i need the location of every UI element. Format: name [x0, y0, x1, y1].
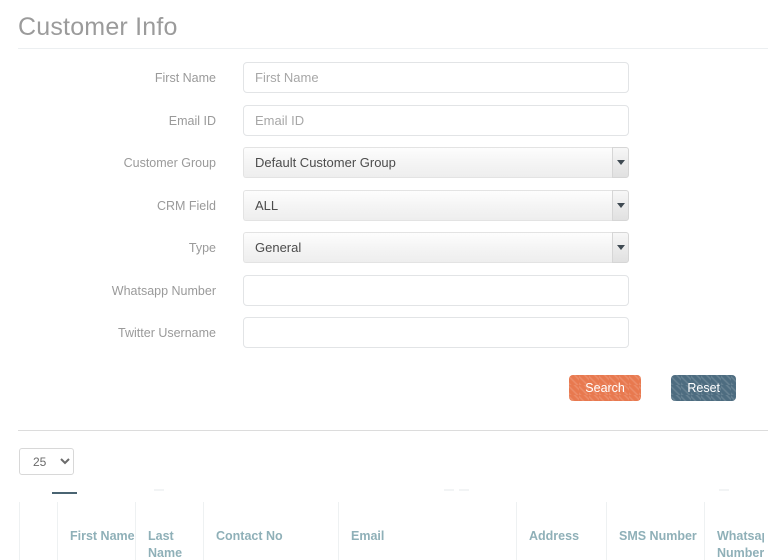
results-table: First Name Last Name Contact No Email Ad…: [19, 488, 768, 560]
type-select[interactable]: General: [243, 232, 629, 263]
first-name-input[interactable]: [243, 62, 629, 93]
column-header-first-name[interactable]: First Name: [57, 502, 135, 560]
column-header-sms-number[interactable]: SMS Number: [606, 502, 704, 560]
reset-button[interactable]: Reset: [671, 375, 736, 401]
chevron-down-icon: [616, 245, 625, 250]
field-whatsapp-number: [243, 274, 629, 306]
page-title: Customer Info: [18, 13, 178, 41]
title-divider: [18, 48, 768, 49]
clipped-text-fragment: [459, 489, 469, 491]
label-first-name: First Name: [154, 71, 216, 85]
column-header-select[interactable]: [19, 502, 57, 560]
column-header-last-name[interactable]: Last Name: [135, 502, 203, 560]
column-header-email[interactable]: Email: [338, 502, 516, 560]
form-row-email-id: Email ID: [0, 104, 768, 148]
crm-field-select[interactable]: ALL: [243, 189, 629, 221]
field-email-id: [243, 104, 629, 136]
customer-group-select[interactable]: Default Customer Group: [243, 147, 629, 178]
label-customer-group: Customer Group: [123, 156, 216, 170]
whatsapp-number-input[interactable]: [243, 274, 629, 306]
form-row-twitter-username: Twitter Username: [0, 317, 768, 360]
column-header-whatsapp-number[interactable]: Whatsapp Number: [704, 502, 764, 560]
field-customer-group: Default Customer Group: [243, 147, 629, 178]
page-size-control: 25: [19, 448, 74, 475]
customer-info-page: Customer Info First Name Email ID Custom…: [0, 0, 768, 560]
label-type: Type: [188, 241, 216, 255]
column-header-contact-no[interactable]: Contact No: [203, 502, 338, 560]
table-header-row: First Name Last Name Contact No Email Ad…: [19, 502, 768, 560]
label-whatsapp-number: Whatsapp Number: [111, 283, 216, 298]
field-first-name: [243, 62, 629, 93]
form-row-customer-group: Customer Group Default Customer Group: [0, 147, 768, 190]
type-dropdown-button[interactable]: [612, 232, 629, 263]
select-all-indicator[interactable]: [52, 492, 77, 494]
label-twitter-username: Twitter Username: [118, 326, 216, 340]
customer-search-form: First Name Email ID Customer Group Defau…: [0, 62, 768, 360]
page-size-select[interactable]: 25: [19, 448, 74, 475]
crm-field-value: ALL: [243, 189, 614, 221]
twitter-username-input[interactable]: [243, 317, 629, 348]
clipped-row-remnant: [19, 488, 768, 502]
form-row-crm-field: CRM Field ALL: [0, 189, 768, 233]
search-button[interactable]: Search: [569, 375, 641, 401]
crm-field-dropdown-button[interactable]: [612, 189, 629, 221]
customer-group-value: Default Customer Group: [243, 147, 614, 178]
field-type: General: [243, 232, 629, 263]
field-twitter-username: [243, 317, 629, 348]
label-email-id: Email ID: [168, 113, 216, 128]
clipped-text-fragment: [154, 489, 164, 491]
clipped-text-fragment: [719, 489, 729, 491]
form-row-whatsapp-number: Whatsapp Number: [0, 274, 768, 318]
results-divider: [18, 430, 768, 431]
form-row-type: Type General: [0, 232, 768, 275]
type-value: General: [243, 232, 614, 263]
form-row-first-name: First Name: [0, 62, 768, 105]
chevron-down-icon: [616, 202, 625, 208]
form-actions: Search Reset: [0, 375, 736, 401]
customer-group-dropdown-button[interactable]: [612, 147, 629, 178]
clipped-text-fragment: [444, 489, 454, 491]
column-header-address[interactable]: Address: [516, 502, 606, 560]
field-crm-field: ALL: [243, 189, 629, 221]
email-id-input[interactable]: [243, 104, 629, 136]
chevron-down-icon: [616, 160, 625, 165]
label-crm-field: CRM Field: [156, 198, 216, 213]
